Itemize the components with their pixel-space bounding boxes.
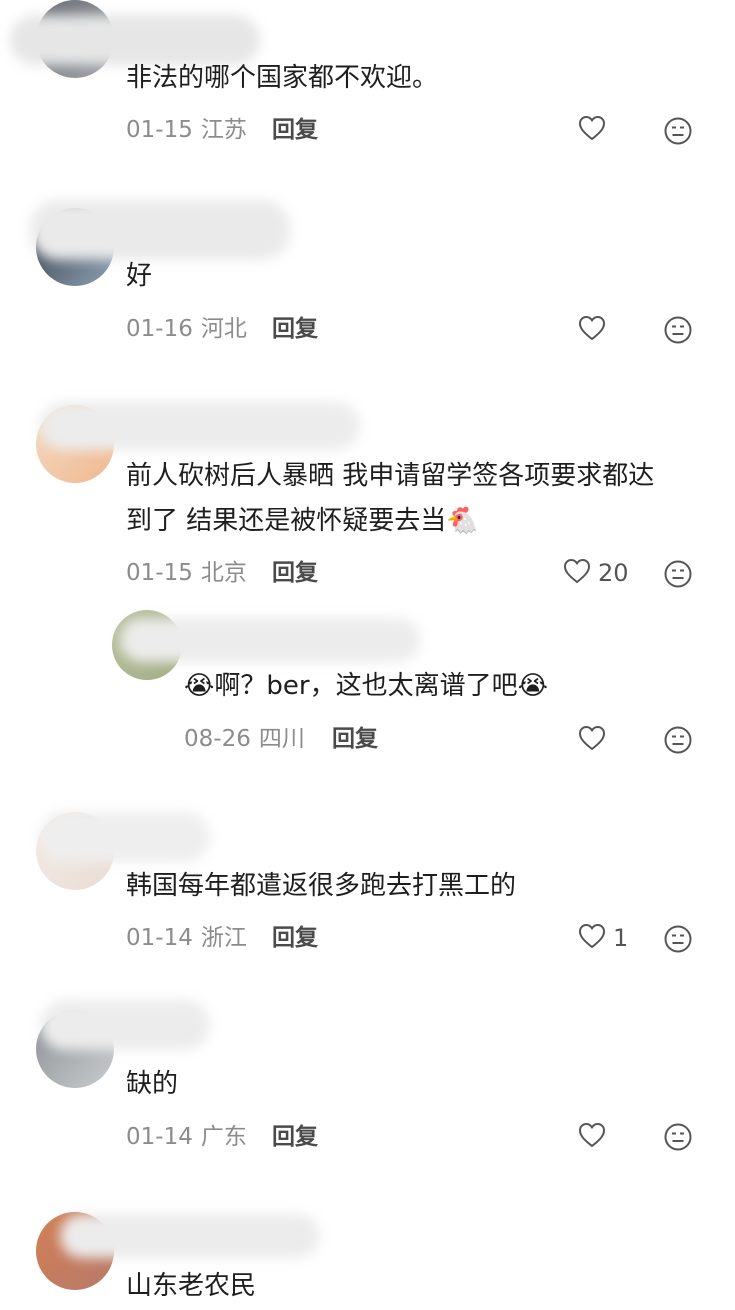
meh-face-icon [663,726,693,759]
meh-face-icon [663,560,693,593]
dislike-button[interactable] [663,559,693,589]
comment-text: 韩国每年都遣返很多跑去打黑工的 [126,871,517,901]
heart-icon [562,556,592,590]
meh-face-icon [663,925,693,958]
meh-face-icon [663,316,693,349]
like-button[interactable] [577,112,607,148]
comment-location: 河北 [200,316,247,342]
meh-face-icon [663,117,693,150]
reply-button[interactable]: 回复 [272,1121,318,1153]
like-button[interactable] [577,1119,607,1155]
heart-icon [577,113,607,147]
comment-location: 浙江 [200,925,247,951]
heart-icon [577,313,607,347]
comment-text-line-1: 前人砍树后人暴晒 我申请留学签各项要求都达 [126,461,655,491]
comment-text: 缺的 [126,1069,179,1099]
comment-meta: 01-15 北京 [126,557,247,589]
dislike-button[interactable] [663,315,693,345]
comment-meta: 01-14 浙江 [126,922,247,954]
comment-text: 非法的哪个国家都不欢迎。 [126,63,439,93]
like-count: 1 [613,924,629,952]
comment-text: 好 [126,261,153,291]
comment-location: 四川 [258,726,305,752]
comment-location: 北京 [200,560,247,586]
username-blur[interactable] [40,402,360,450]
like-button[interactable] [577,722,607,758]
heart-icon [577,723,607,757]
comment-location: 江苏 [200,117,247,143]
reply-button[interactable]: 回复 [272,313,318,345]
username-blur[interactable] [40,1000,210,1050]
username-blur[interactable] [60,1214,320,1258]
reply-button[interactable]: 回复 [272,557,318,589]
username-blur[interactable] [30,200,290,260]
meh-face-icon [663,1123,693,1156]
comment-date: 01-15 [126,117,193,143]
heart-icon [577,921,607,955]
comment-date: 01-14 [126,925,193,951]
comment-date: 01-14 [126,1124,193,1150]
comment-text-line-2: 到了 结果还是被怀疑要去当🐔 [126,506,479,536]
comment-meta: 01-14 广东 [126,1121,247,1153]
like-button[interactable] [577,312,607,348]
reply-button[interactable]: 回复 [332,723,378,755]
dislike-button[interactable] [663,116,693,146]
comment-meta: 01-16 河北 [126,313,247,345]
username-blur[interactable] [120,618,420,662]
comment-text: 山东老农民 [126,1271,257,1301]
comment-date: 01-15 [126,560,193,586]
username-blur[interactable] [40,812,210,862]
comment-meta: 08-26 四川 [184,723,305,755]
comment-meta: 01-15 江苏 [126,114,247,146]
heart-icon [577,1120,607,1154]
like-count: 20 [598,559,629,587]
dislike-button[interactable] [663,1122,693,1152]
like-button[interactable]: 20 [562,555,629,591]
dislike-button[interactable] [663,924,693,954]
comment-text: 😭啊？ber，这也太离谱了吧😭 [184,671,548,701]
comment-location: 广东 [200,1124,247,1150]
like-button[interactable]: 1 [577,920,628,956]
dislike-button[interactable] [663,725,693,755]
reply-button[interactable]: 回复 [272,114,318,146]
reply-button[interactable]: 回复 [272,922,318,954]
comment-date: 08-26 [184,726,251,752]
comment-date: 01-16 [126,316,193,342]
